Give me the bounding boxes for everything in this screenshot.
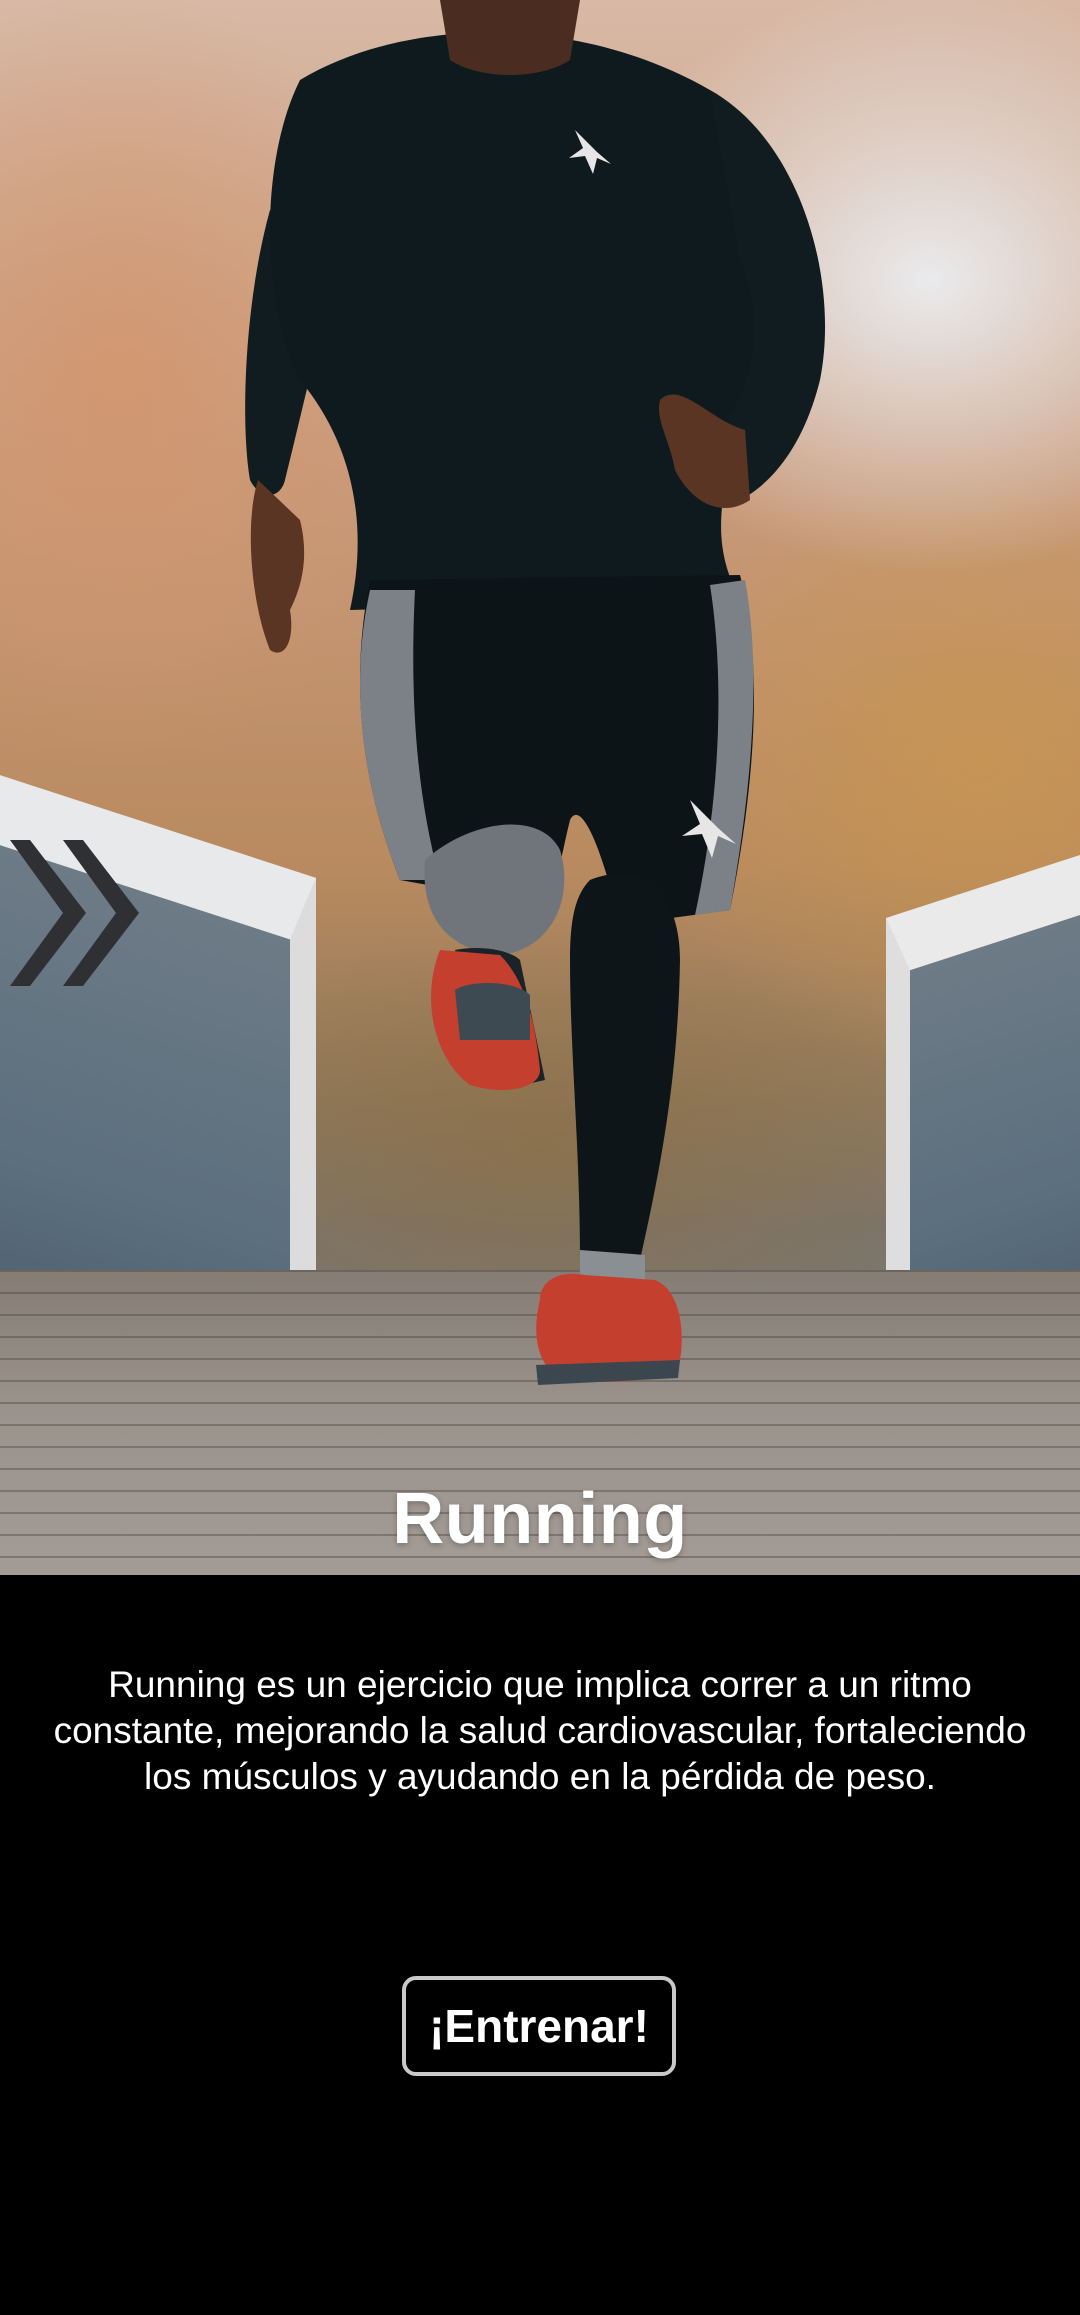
exercise-detail-screen: Running Running es un ejercicio que impl…: [0, 0, 1080, 2315]
hero-image: Running: [0, 0, 1080, 1575]
exercise-description: Running es un ejercicio que implica corr…: [53, 1664, 1027, 1797]
train-button[interactable]: ¡Entrenar!: [402, 1976, 676, 2076]
double-chevron-right-icon[interactable]: [8, 838, 143, 988]
chevron-right-icon-1: [10, 840, 86, 986]
runner-figure: [245, 0, 826, 1385]
exercise-title: Running: [392, 1479, 688, 1559]
